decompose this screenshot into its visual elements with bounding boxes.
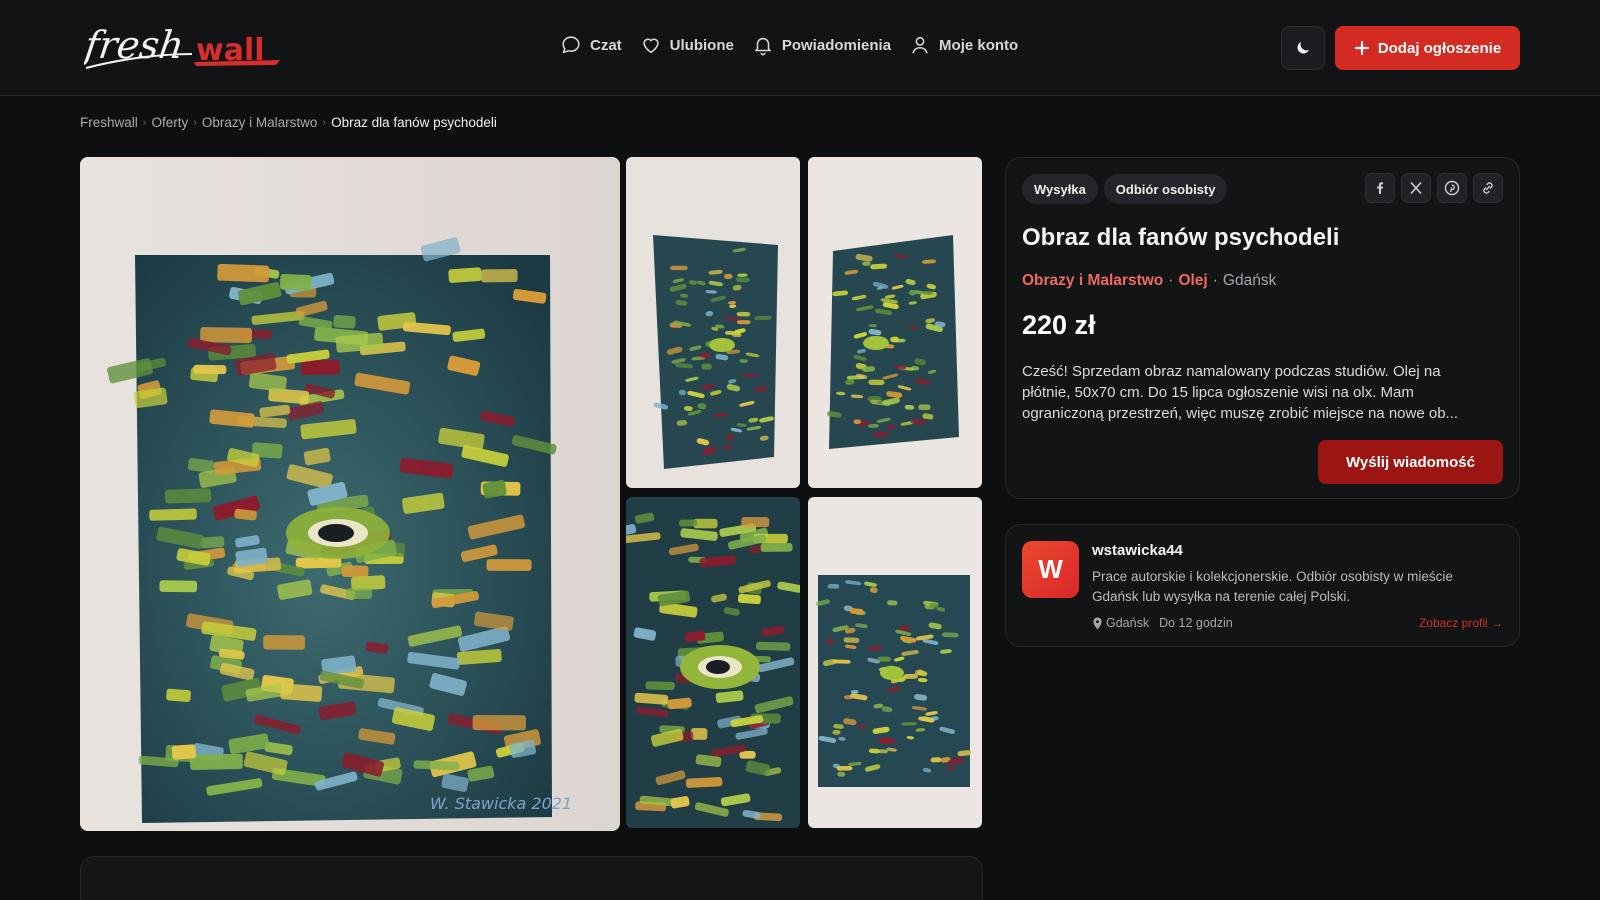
view-profile-link[interactable]: Zobacz profil → xyxy=(1419,616,1503,630)
send-message-button[interactable]: Wyślij wiadomość xyxy=(1318,440,1503,484)
svg-text:fresh: fresh xyxy=(84,24,187,68)
copy-link-button[interactable] xyxy=(1473,173,1503,203)
breadcrumb-offers[interactable]: Oferty xyxy=(151,115,188,130)
seller-location: Gdańsk xyxy=(1092,616,1149,630)
painting-signature: W. Stawicka 2021 xyxy=(430,794,572,813)
nav-notifications[interactable]: Powiadomienia xyxy=(752,34,891,56)
separator-dot: · xyxy=(1212,272,1218,289)
main-nav: Czat Ulubione Powiadomienia Moje konto xyxy=(560,34,1018,56)
offer-card: Wysyłka Odbiór osobisty Obraz dla fanów … xyxy=(1005,157,1520,499)
facebook-icon xyxy=(1377,182,1384,194)
share-facebook-button[interactable] xyxy=(1365,173,1395,203)
link-icon xyxy=(1483,182,1493,194)
share-x-button[interactable] xyxy=(1401,173,1431,203)
main-photo[interactable]: W. Stawicka 2021 xyxy=(80,157,620,831)
offer-city: Gdańsk xyxy=(1222,272,1277,289)
details-card xyxy=(80,856,983,900)
bell-icon xyxy=(754,37,772,56)
plus-icon xyxy=(1354,40,1369,56)
seller-card: W wstawicka44 Prace autorskie i kolekcjo… xyxy=(1005,524,1520,647)
breadcrumb-category[interactable]: Obrazy i Malarstwo xyxy=(202,115,318,130)
user-icon xyxy=(912,36,928,54)
breadcrumb-home[interactable]: Freshwall xyxy=(80,115,138,130)
photo-5[interactable] xyxy=(808,497,982,828)
chat-icon xyxy=(562,36,580,54)
breadcrumb-separator: › xyxy=(193,116,197,129)
seller-bio: Prace autorskie i kolekcjonerskie. Odbió… xyxy=(1092,569,1453,604)
nav-favorites[interactable]: Ulubione xyxy=(640,34,734,56)
breadcrumb-separator: › xyxy=(142,116,147,129)
location-pin-icon xyxy=(1093,617,1102,629)
nav-chat-label: Czat xyxy=(590,36,622,54)
nav-chat[interactable]: Czat xyxy=(560,34,622,56)
category-line: Obrazy i Malarstwo · Olej · Gdańsk xyxy=(1022,272,1276,290)
photo-2[interactable] xyxy=(626,157,800,488)
nav-notifications-label: Powiadomienia xyxy=(781,36,892,54)
tag-shipping: Wysyłka xyxy=(1022,174,1098,204)
breadcrumb-current: Obraz dla fanów psychodeli xyxy=(331,115,497,130)
breadcrumb: Freshwall › Oferty › Obrazy i Malarstwo … xyxy=(80,115,497,130)
seller-avatar[interactable]: W xyxy=(1022,541,1079,598)
seller-meta: Gdańsk Do 12 godzin xyxy=(1092,616,1233,630)
offer-price: 220 zł xyxy=(1022,310,1096,340)
photo-3[interactable] xyxy=(808,157,982,488)
share-pinterest-button[interactable] xyxy=(1437,173,1467,203)
category-link[interactable]: Obrazy i Malarstwo xyxy=(1022,272,1163,290)
add-listing-label: Dodaj ogłoszenie xyxy=(1377,39,1502,57)
freshwall-logo[interactable]: fresh wall xyxy=(79,24,294,74)
offer-description: Cześć! Sprzedam obraz namalowany podczas… xyxy=(1022,363,1459,422)
subcategory-link[interactable]: Olej xyxy=(1178,272,1207,290)
add-listing-button[interactable]: Dodaj ogłoszenie xyxy=(1335,26,1520,70)
delivery-tags: Wysyłka Odbiór osobisty xyxy=(1022,174,1228,204)
nav-account[interactable]: Moje konto xyxy=(909,34,1018,56)
nav-favorites-label: Ulubione xyxy=(669,36,734,54)
seller-city: Gdańsk xyxy=(1106,616,1150,630)
pinterest-icon xyxy=(1444,180,1460,196)
theme-toggle-button[interactable] xyxy=(1281,26,1325,70)
seller-name[interactable]: wstawicka44 xyxy=(1092,542,1183,559)
offer-title: Obraz dla fanów psychodeli xyxy=(1022,224,1340,251)
seller-response-time: Do 12 godzin xyxy=(1159,616,1233,630)
x-icon xyxy=(1410,181,1422,195)
nav-account-label: Moje konto xyxy=(939,36,1019,54)
site-header: fresh wall Czat Ulubione Powiadomienia M… xyxy=(0,0,1600,96)
breadcrumb-separator: › xyxy=(322,116,327,129)
share-buttons xyxy=(1365,173,1503,203)
moon-icon xyxy=(1297,42,1309,54)
tag-pickup: Odbiór osobisty xyxy=(1103,174,1228,204)
heart-icon xyxy=(643,38,659,54)
photo-4[interactable] xyxy=(626,497,800,828)
separator-dot: · xyxy=(1168,272,1174,289)
